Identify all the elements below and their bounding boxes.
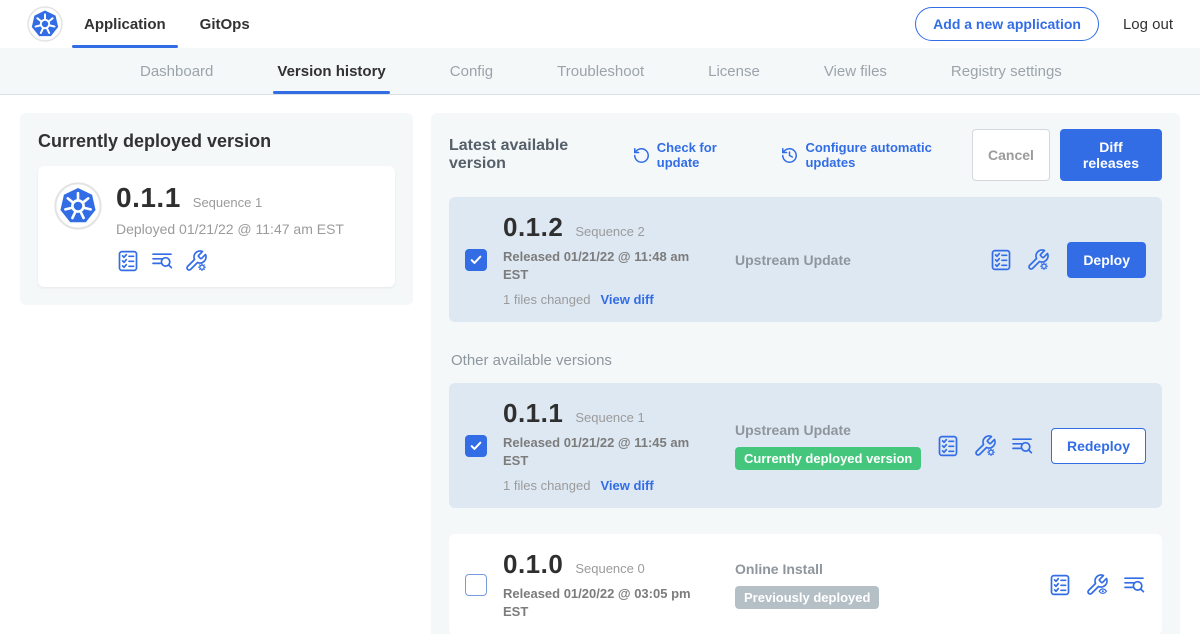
version-checkbox-0-1-0[interactable] (465, 574, 487, 596)
subnav-config[interactable]: Config (450, 48, 493, 94)
preflight-checks-icon[interactable] (989, 248, 1013, 272)
configure-automatic-updates-label: Configure automatic updates (805, 140, 972, 170)
deployed-action-icons (116, 249, 344, 273)
app-page: Application GitOps Add a new application… (0, 0, 1200, 634)
version-number: 0.1.2 (503, 212, 563, 243)
logout-link[interactable]: Log out (1123, 16, 1173, 33)
files-changed-label: 1 files changed (503, 292, 590, 307)
edit-config-icon[interactable] (973, 434, 997, 458)
app-logo (0, 0, 84, 48)
available-panel-title: Latest available version (449, 137, 618, 173)
version-number: 0.1.0 (503, 549, 563, 580)
kubernetes-logo-icon (27, 6, 63, 42)
subnav-license[interactable]: License (708, 48, 760, 94)
preflight-checks-icon[interactable] (1048, 573, 1072, 597)
redeploy-button[interactable]: Redeploy (1051, 428, 1146, 464)
app-subnav: Dashboard Version history Config Trouble… (0, 48, 1200, 95)
view-diff-link[interactable]: View diff (600, 478, 653, 493)
available-versions-panel: Latest available version Check for updat… (431, 113, 1180, 634)
released-timestamp: Released 01/21/22 @ 11:45 am EST (503, 434, 695, 469)
deployed-sequence-label: Sequence 1 (193, 195, 262, 210)
sequence-label: Sequence 0 (575, 561, 644, 576)
check-for-update-label: Check for update (657, 140, 755, 170)
currently-deployed-panel: Currently deployed version 0.1.1 Sequenc… (20, 113, 413, 305)
view-diff-link[interactable]: View diff (600, 292, 653, 307)
version-checkbox-0-1-1[interactable] (465, 435, 487, 457)
cancel-button[interactable]: Cancel (972, 129, 1050, 181)
deploy-logs-icon[interactable] (1122, 573, 1146, 597)
preflight-checks-icon[interactable] (116, 249, 140, 273)
configure-automatic-updates-link[interactable]: Configure automatic updates (780, 140, 972, 170)
currently-deployed-badge: Currently deployed version (735, 447, 921, 470)
version-row-0-1-0: 0.1.0 Sequence 0 Released 01/20/22 @ 03:… (449, 534, 1162, 634)
view-config-icon[interactable] (1085, 573, 1109, 597)
main-content: Currently deployed version 0.1.1 Sequenc… (0, 95, 1200, 634)
version-source-0-1-0: Online Install Previously deployed (703, 561, 1048, 609)
version-row-0-1-2: 0.1.2 Sequence 2 Released 01/21/22 @ 11:… (449, 197, 1162, 322)
sequence-label: Sequence 2 (575, 224, 644, 239)
edit-config-icon[interactable] (1026, 248, 1050, 272)
auto-update-icon (780, 146, 799, 165)
deployed-version-card: 0.1.1 Sequence 1 Deployed 01/21/22 @ 11:… (38, 166, 395, 287)
files-changed-label: 1 files changed (503, 478, 590, 493)
deployed-timestamp: Deployed 01/21/22 @ 11:47 am EST (116, 221, 344, 237)
previously-deployed-badge: Previously deployed (735, 586, 879, 609)
header-tabs: Application GitOps (84, 0, 250, 48)
version-info-0-1-2: 0.1.2 Sequence 2 Released 01/21/22 @ 11:… (503, 212, 703, 307)
deploy-logs-icon[interactable] (150, 249, 174, 273)
released-timestamp: Released 01/20/22 @ 03:05 pm EST (503, 585, 695, 620)
kubernetes-app-icon (54, 182, 102, 230)
subnav-registry-settings[interactable]: Registry settings (951, 48, 1062, 94)
subnav-view-files[interactable]: View files (824, 48, 887, 94)
version-source-0-1-1: Upstream Update Currently deployed versi… (703, 422, 936, 470)
deploy-button[interactable]: Deploy (1067, 242, 1146, 278)
source-label: Online Install (735, 561, 1048, 577)
deploy-logs-icon[interactable] (1010, 434, 1034, 458)
refresh-icon (632, 146, 651, 165)
released-timestamp: Released 01/21/22 @ 11:48 am EST (503, 248, 695, 283)
subnav-version-history[interactable]: Version history (277, 48, 385, 94)
checkmark-icon (468, 252, 484, 268)
version-info-0-1-0: 0.1.0 Sequence 0 Released 01/20/22 @ 03:… (503, 549, 703, 620)
sequence-label: Sequence 1 (575, 410, 644, 425)
preflight-checks-icon[interactable] (936, 434, 960, 458)
check-for-update-link[interactable]: Check for update (632, 140, 755, 170)
version-actions-0-1-1: Redeploy (936, 428, 1146, 464)
deployed-version-info: 0.1.1 Sequence 1 Deployed 01/21/22 @ 11:… (116, 182, 344, 273)
deployed-panel-title: Currently deployed version (38, 131, 395, 152)
row-spacer (449, 508, 1162, 534)
header-right: Add a new application Log out (915, 0, 1200, 48)
version-number: 0.1.1 (503, 398, 563, 429)
tab-application[interactable]: Application (84, 0, 166, 48)
other-versions-title: Other available versions (451, 352, 1162, 369)
diff-releases-button[interactable]: Diff releases (1060, 129, 1162, 181)
version-checkbox-0-1-2[interactable] (465, 249, 487, 271)
add-application-button[interactable]: Add a new application (915, 7, 1099, 41)
checkmark-icon (468, 438, 484, 454)
top-header: Application GitOps Add a new application… (0, 0, 1200, 48)
deployed-version-number: 0.1.1 (116, 182, 181, 214)
source-label: Upstream Update (735, 252, 989, 268)
version-actions-0-1-0 (1048, 573, 1146, 597)
subnav-dashboard[interactable]: Dashboard (140, 48, 213, 94)
subnav-troubleshoot[interactable]: Troubleshoot (557, 48, 644, 94)
version-actions-0-1-2: Deploy (989, 242, 1146, 278)
version-info-0-1-1: 0.1.1 Sequence 1 Released 01/21/22 @ 11:… (503, 398, 703, 493)
available-panel-actions: Cancel Diff releases (972, 129, 1162, 181)
edit-config-icon[interactable] (184, 249, 208, 273)
tab-gitops[interactable]: GitOps (200, 0, 250, 48)
available-panel-header: Latest available version Check for updat… (449, 129, 1162, 181)
version-row-0-1-1: 0.1.1 Sequence 1 Released 01/21/22 @ 11:… (449, 383, 1162, 508)
source-label: Upstream Update (735, 422, 936, 438)
version-source-0-1-2: Upstream Update (703, 252, 989, 268)
